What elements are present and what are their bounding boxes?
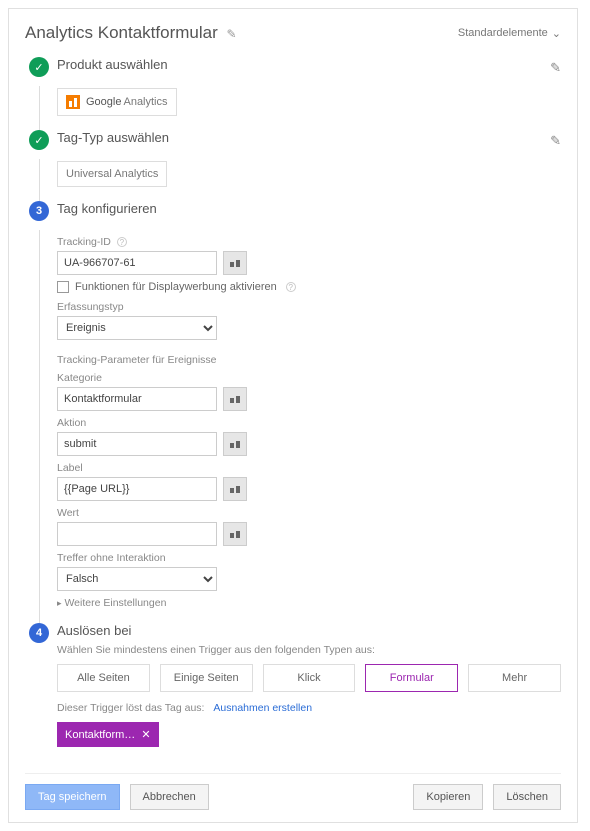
more-settings-label: Weitere Einstellungen [64,597,166,609]
header-row: Analytics Kontaktformular ✎ Standardelem… [25,23,561,43]
label-variable-button[interactable] [223,477,247,501]
building-block-icon [229,257,241,269]
fires-on-text: Dieser Trigger löst das Tag aus: [57,702,204,714]
category-label: Kategorie [57,372,561,384]
trigger-type-click[interactable]: Klick [263,664,356,692]
chevron-right-icon: ▸ [57,598,62,608]
google-analytics-icon [66,95,80,109]
value-label: Wert [57,507,561,519]
step-4-row: 4 Auslösen bei Wählen Sie mindestens ein… [25,623,561,755]
help-icon[interactable]: ? [286,282,296,292]
value-input[interactable] [57,522,217,546]
step-1-row: ✓ Produkt auswählen ✎ [25,57,561,86]
trigger-hint: Wählen Sie mindestens einen Trigger aus … [57,644,561,656]
save-tag-button[interactable]: Tag speichern [25,784,120,810]
label-input[interactable] [57,477,217,501]
standard-elements-dropdown[interactable]: Standardelemente ⌄ [458,27,561,40]
track-type-label: Erfassungstyp [57,301,561,313]
tracking-id-label: Tracking-ID ? [57,236,561,248]
trigger-type-grid: Alle Seiten Einige Seiten Klick Formular… [57,664,561,692]
noninteraction-label: Treffer ohne Interaktion [57,552,561,564]
delete-button[interactable]: Löschen [493,784,561,810]
exceptions-link[interactable]: Ausnahmen erstellen [213,702,312,714]
tag-type-label: Universal Analytics [66,168,158,180]
display-ads-label: Funktionen für Displaywerbung aktivieren [75,281,277,293]
track-type-select[interactable]: Ereignis [57,316,217,340]
step-3-row: 3 Tag konfigurieren [25,201,561,230]
category-variable-button[interactable] [223,387,247,411]
step-2-edit-icon[interactable]: ✎ [550,133,561,149]
action-input[interactable] [57,432,217,456]
copy-button[interactable]: Kopieren [413,784,483,810]
action-variable-button[interactable] [223,432,247,456]
product-name: Analytics [123,96,167,108]
step-1-done-icon: ✓ [29,57,49,77]
step-2-row: ✓ Tag-Typ auswählen ✎ [25,130,561,159]
display-ads-row: Funktionen für Displaywerbung aktivieren… [57,281,561,293]
display-ads-checkbox[interactable] [57,281,69,293]
value-variable-button[interactable] [223,522,247,546]
edit-title-icon[interactable]: ✎ [226,27,236,41]
noninteraction-select[interactable]: Falsch [57,567,217,591]
step-1-content: Google Analytics [25,86,561,130]
remove-trigger-icon[interactable]: ✕ [141,728,150,741]
tracking-id-variable-button[interactable] [223,251,247,275]
trigger-type-all-pages[interactable]: Alle Seiten [57,664,150,692]
step-2-done-icon: ✓ [29,130,49,150]
tracking-params-header: Tracking-Parameter für Ereignisse [57,354,561,366]
category-input[interactable] [57,387,217,411]
step-3-content: Tracking-ID ? Funktionen für Displaywerb… [25,230,561,623]
chevron-down-icon: ⌄ [552,27,561,40]
product-chip-google-analytics[interactable]: Google Analytics [57,88,177,116]
action-label: Aktion [57,417,561,429]
page-title-text: Analytics Kontaktformular [25,23,218,42]
step-3-title: Tag konfigurieren [57,201,561,216]
tag-type-chip[interactable]: Universal Analytics [57,161,167,187]
building-block-icon [229,438,241,450]
trigger-type-form[interactable]: Formular [365,664,458,692]
help-icon[interactable]: ? [117,237,127,247]
step-4-number-icon: 4 [29,623,49,643]
step-3-number-icon: 3 [29,201,49,221]
step-1-title: Produkt auswählen [57,57,550,72]
fires-on-row: Dieser Trigger löst das Tag aus: Ausnahm… [57,702,561,714]
step-2-title: Tag-Typ auswählen [57,130,550,145]
more-settings-toggle[interactable]: ▸ Weitere Einstellungen [57,597,561,609]
tag-editor-panel: Analytics Kontaktformular ✎ Standardelem… [8,8,578,823]
page-title: Analytics Kontaktformular ✎ [25,23,458,43]
trigger-type-more[interactable]: Mehr [468,664,561,692]
building-block-icon [229,528,241,540]
step-1-edit-icon[interactable]: ✎ [550,60,561,76]
step-2-content: Universal Analytics [25,159,561,201]
trigger-chip-label: Kontaktform… [65,729,135,741]
standard-elements-label: Standardelemente [458,27,548,39]
footer-row: Tag speichern Abbrechen Kopieren Löschen [25,773,561,810]
tracking-id-input[interactable] [57,251,217,275]
step-4-title: Auslösen bei [57,623,561,638]
trigger-chip-kontaktformular[interactable]: Kontaktform… ✕ [57,722,159,747]
trigger-type-some-pages[interactable]: Einige Seiten [160,664,253,692]
building-block-icon [229,483,241,495]
label-label: Label [57,462,561,474]
cancel-button[interactable]: Abbrechen [130,784,209,810]
building-block-icon [229,393,241,405]
product-brand: Google [86,96,121,108]
